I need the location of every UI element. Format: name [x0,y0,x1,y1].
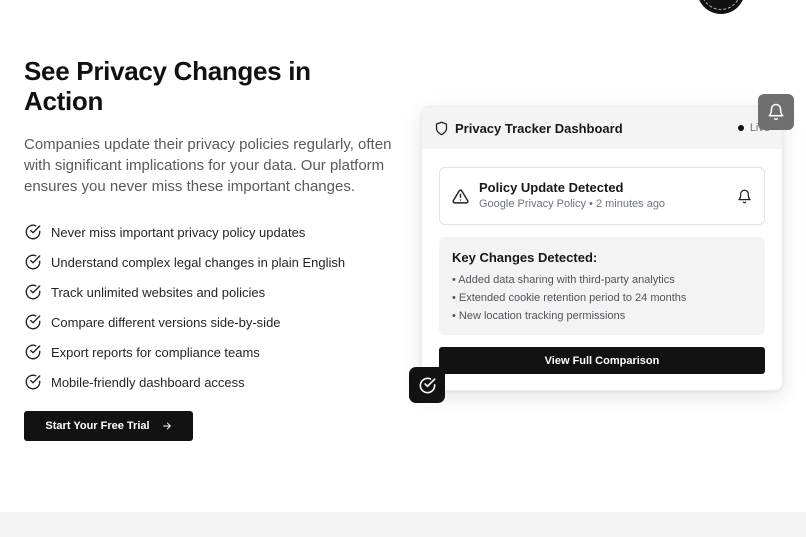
badge-ring [701,0,741,10]
feature-list: Never miss important privacy policy upda… [24,217,394,397]
bell-icon [768,103,784,121]
check-circle-icon [25,284,41,300]
check-circle-icon [25,224,41,240]
hero-description: Companies update their privacy policies … [24,136,392,195]
feature-label: Track unlimited websites and policies [51,284,266,300]
change-item: • Added data sharing with third-party an… [452,274,675,286]
feature-label: Export reports for compliance teams [51,344,260,360]
key-changes-panel: Key Changes Detected: • Added data shari… [439,237,765,335]
feature-item: Mobile-friendly dashboard access [24,367,394,397]
floating-check-button[interactable] [409,367,445,403]
check-circle-icon [419,377,435,393]
warning-triangle-icon [452,188,469,204]
dashboard-card: Privacy Tracker Dashboard Live Policy Up… [421,106,783,391]
live-dot [737,125,744,131]
feature-label: Mobile-friendly dashboard access [51,374,245,390]
check-circle-icon [25,314,41,330]
feature-item: Compare different versions side-by-side [24,307,394,337]
feature-label: Understand complex legal changes in plai… [51,254,346,270]
feature-label: Compare different versions side-by-side [51,314,281,330]
arrow-right-icon [162,422,171,430]
policy-update-alert[interactable]: Policy Update Detected Google Privacy Po… [439,167,765,225]
feature-item: Understand complex legal changes in plai… [24,247,394,277]
alert-subtitle: Google Privacy Policy • 2 minutes ago [479,198,666,210]
change-item: • Extended cookie retention period to 24… [452,292,687,304]
feature-label: Never miss important privacy policy upda… [51,224,306,240]
next-section-band [0,512,806,537]
view-full-comparison-button[interactable]: View Full Comparison [439,347,765,374]
feature-item: Never miss important privacy policy upda… [24,217,394,247]
hero-section: See Privacy Changes in Action Companies … [24,56,394,397]
check-circle-icon [25,374,41,390]
feature-item: Track unlimited websites and policies [24,277,394,307]
page-title: See Privacy Changes in Action [24,56,311,116]
dashboard-title: Privacy Tracker Dashboard [455,120,623,136]
check-circle-icon [25,344,41,360]
change-item: • New location tracking permissions [452,310,626,322]
shield-icon [435,121,448,135]
top-badge [697,0,745,14]
floating-bell-button[interactable] [758,94,794,130]
cta-label: Start Your Free Trial [45,420,150,432]
check-circle-icon [25,254,41,270]
bell-icon[interactable] [737,189,752,204]
start-free-trial-button[interactable]: Start Your Free Trial [24,411,193,441]
alert-title: Policy Update Detected [479,180,624,195]
key-changes-title: Key Changes Detected: [452,250,598,265]
feature-item: Export reports for compliance teams [24,337,394,367]
dashboard-header: Privacy Tracker Dashboard Live [422,107,782,149]
alert-text: Policy Update Detected Google Privacy Po… [479,180,665,212]
